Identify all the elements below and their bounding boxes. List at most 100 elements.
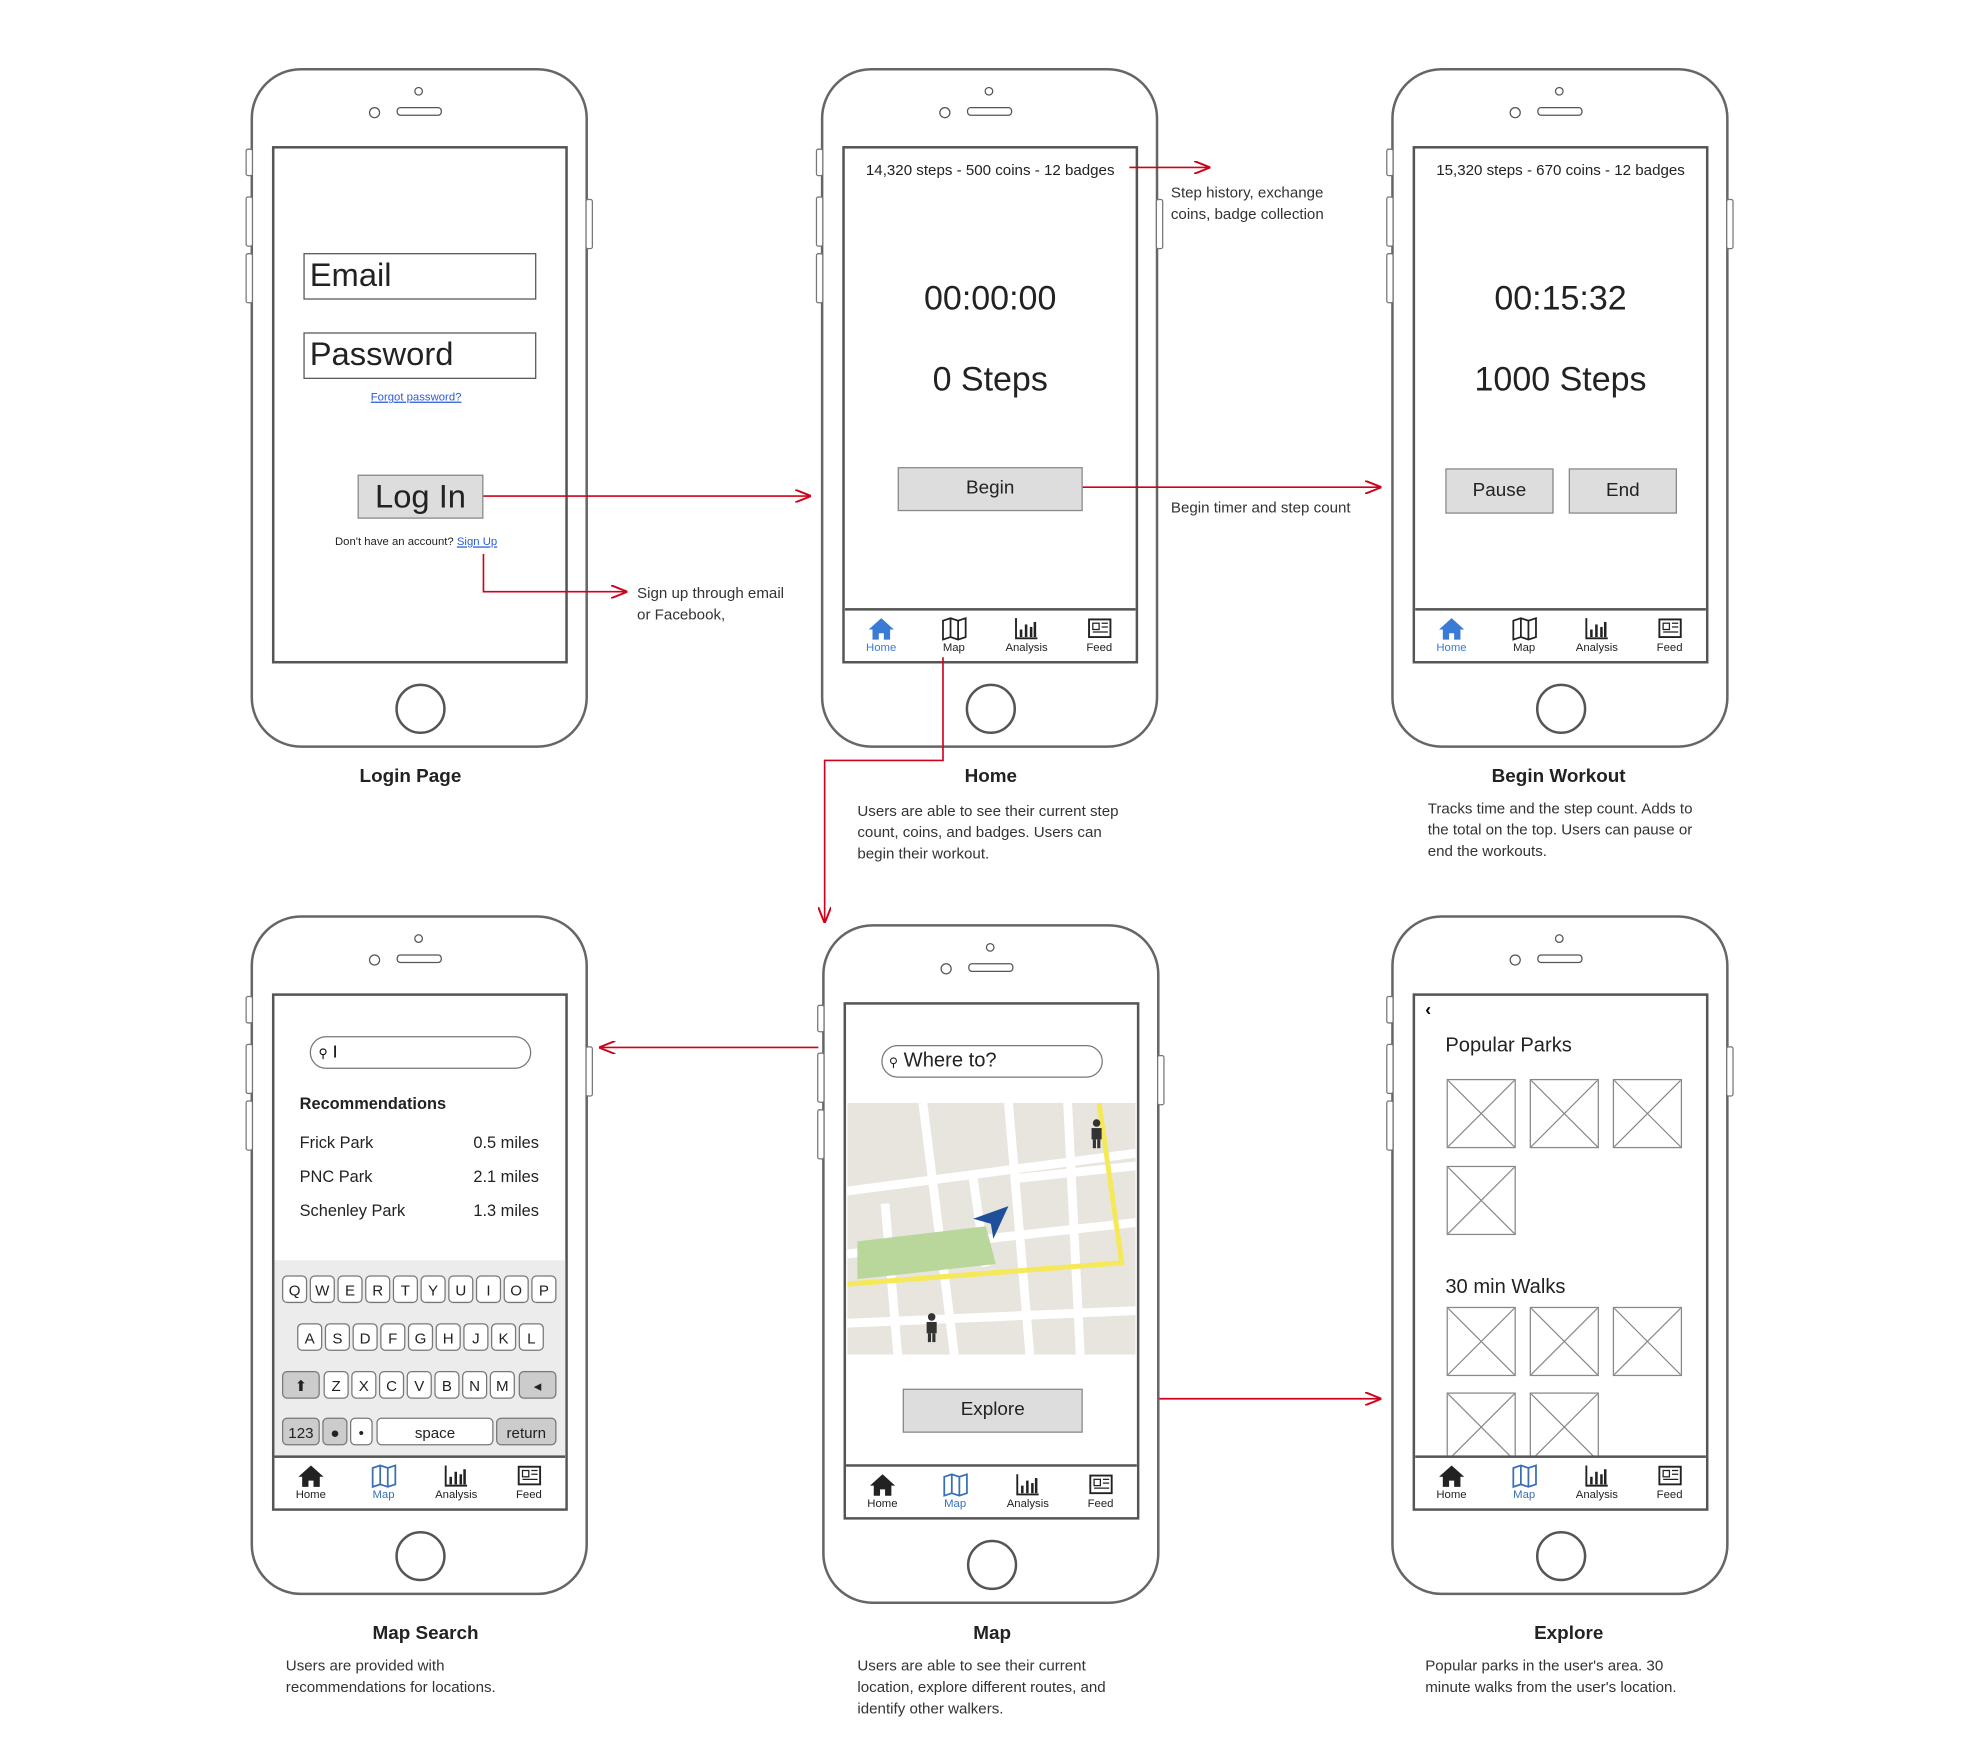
park-image-placeholder[interactable] (1612, 1078, 1683, 1149)
key[interactable]: B (434, 1371, 460, 1399)
caption-workout: Begin Workout (1491, 765, 1626, 787)
explore-button[interactable]: Explore (902, 1388, 1083, 1433)
tab-label: Map (372, 1488, 395, 1501)
tab-label: Home (1436, 640, 1467, 654)
tab-home[interactable]: Home (1420, 611, 1483, 661)
tab-map[interactable]: Map (924, 1467, 987, 1517)
key[interactable]: E (337, 1275, 363, 1304)
key[interactable]: Z (323, 1371, 349, 1399)
image-placeholder-icon (1530, 1307, 1599, 1376)
return-key[interactable]: return (496, 1417, 557, 1446)
tab-feed[interactable]: Feed (1638, 1458, 1701, 1508)
key[interactable]: M (489, 1371, 515, 1399)
feed-icon (1089, 1474, 1113, 1495)
key[interactable]: W (309, 1275, 335, 1304)
key[interactable]: D (352, 1323, 378, 1351)
stats-summary[interactable]: 15,320 steps - 670 coins - 12 badges (1415, 161, 1706, 179)
numbers-key[interactable]: 123 (282, 1417, 320, 1446)
tab-analysis[interactable]: Analysis (1565, 1458, 1628, 1508)
map-view[interactable] (847, 1102, 1136, 1355)
backspace-key[interactable]: ◂ (518, 1371, 557, 1399)
key[interactable]: V (406, 1371, 432, 1399)
image-placeholder-icon (1447, 1393, 1516, 1461)
tab-analysis[interactable]: Analysis (425, 1458, 488, 1508)
tab-map[interactable]: Map (922, 611, 985, 661)
analysis-icon (445, 1465, 468, 1487)
home-hardware-button (1535, 683, 1587, 734)
forgot-password-link[interactable]: Forgot password? (274, 390, 557, 403)
home-hardware-button (966, 1539, 1018, 1591)
phone-home: 14,320 steps - 500 coins - 12 badges 00:… (815, 67, 1164, 748)
search-input[interactable]: ⚲ I (309, 1036, 532, 1069)
tab-analysis[interactable]: Analysis (995, 611, 1058, 661)
email-field[interactable]: Email (303, 253, 537, 300)
key[interactable]: F (380, 1323, 406, 1351)
key[interactable]: Y (420, 1275, 446, 1304)
tab-feed[interactable]: Feed (1068, 611, 1131, 661)
walk-image-placeholder[interactable] (1529, 1306, 1599, 1377)
signup-link[interactable]: Sign Up (457, 535, 497, 548)
timer: 00:00:00 (924, 279, 1057, 318)
key[interactable]: O (503, 1275, 529, 1304)
microphone-key[interactable]: • (350, 1417, 373, 1446)
rec-name[interactable]: Schenley Park (300, 1201, 406, 1220)
walk-image-placeholder[interactable] (1529, 1392, 1599, 1462)
key[interactable]: C (378, 1371, 405, 1399)
workout-screen: 15,320 steps - 670 coins - 12 badges 00:… (1412, 146, 1709, 664)
tab-bar: Home Map Analysis Feed (1415, 608, 1706, 661)
rec-name[interactable]: Frick Park (300, 1133, 374, 1152)
tab-feed[interactable]: Feed (1638, 611, 1701, 661)
walk-image-placeholder[interactable] (1446, 1306, 1516, 1377)
analysis-icon (1585, 1465, 1609, 1487)
key[interactable]: H (435, 1323, 461, 1351)
key[interactable]: S (324, 1323, 351, 1351)
back-icon[interactable]: ‹ (1425, 998, 1431, 1018)
park-image-placeholder[interactable] (1529, 1078, 1599, 1149)
key[interactable]: L (518, 1323, 544, 1351)
park-image-placeholder[interactable] (1446, 1165, 1516, 1236)
tab-home[interactable]: Home (850, 611, 913, 661)
tab-map[interactable]: Map (352, 1458, 415, 1508)
home-hardware-button (1535, 1530, 1587, 1582)
home-icon (868, 618, 894, 640)
key[interactable]: K (491, 1323, 517, 1351)
tab-feed[interactable]: Feed (1069, 1467, 1132, 1517)
key[interactable]: R (365, 1275, 391, 1304)
tab-analysis[interactable]: Analysis (996, 1467, 1059, 1517)
key[interactable]: N (462, 1371, 488, 1399)
walk-image-placeholder[interactable] (1612, 1306, 1683, 1377)
park-image-placeholder[interactable] (1446, 1078, 1516, 1149)
key[interactable]: U (448, 1275, 474, 1304)
tab-map[interactable]: Map (1493, 1458, 1556, 1508)
rec-name[interactable]: PNC Park (300, 1167, 373, 1186)
where-to-input[interactable]: ⚲ Where to? (881, 1044, 1103, 1078)
key[interactable]: G (407, 1323, 434, 1351)
tab-home[interactable]: Home (1420, 1458, 1483, 1508)
walk-image-placeholder[interactable] (1446, 1392, 1516, 1462)
key[interactable]: P (531, 1275, 557, 1304)
image-placeholder-icon (1447, 1079, 1516, 1148)
tab-map[interactable]: Map (1493, 611, 1556, 661)
globe-key[interactable]: ● (322, 1417, 348, 1446)
tab-analysis[interactable]: Analysis (1565, 611, 1628, 661)
image-placeholder-icon (1447, 1166, 1516, 1235)
begin-button[interactable]: Begin (897, 467, 1083, 512)
login-button[interactable]: Log In (357, 474, 484, 519)
key[interactable]: J (463, 1323, 489, 1351)
tab-home[interactable]: Home (279, 1458, 342, 1508)
space-key[interactable]: space (376, 1417, 494, 1446)
key[interactable]: X (351, 1371, 377, 1399)
tab-feed[interactable]: Feed (497, 1458, 560, 1508)
home-icon (1438, 1465, 1465, 1487)
key[interactable]: T (392, 1275, 418, 1304)
end-button[interactable]: End (1568, 468, 1677, 514)
key[interactable]: A (297, 1323, 323, 1351)
shift-key[interactable]: ⬆ (282, 1371, 320, 1399)
key[interactable]: I (475, 1275, 502, 1304)
password-field[interactable]: Password (303, 332, 537, 379)
note-signup: Sign up through email or Facebook, (637, 584, 785, 624)
tab-home[interactable]: Home (851, 1467, 914, 1517)
pause-button[interactable]: Pause (1445, 468, 1554, 514)
key[interactable]: Q (282, 1275, 308, 1304)
stats-summary[interactable]: 14,320 steps - 500 coins - 12 badges (845, 161, 1136, 179)
